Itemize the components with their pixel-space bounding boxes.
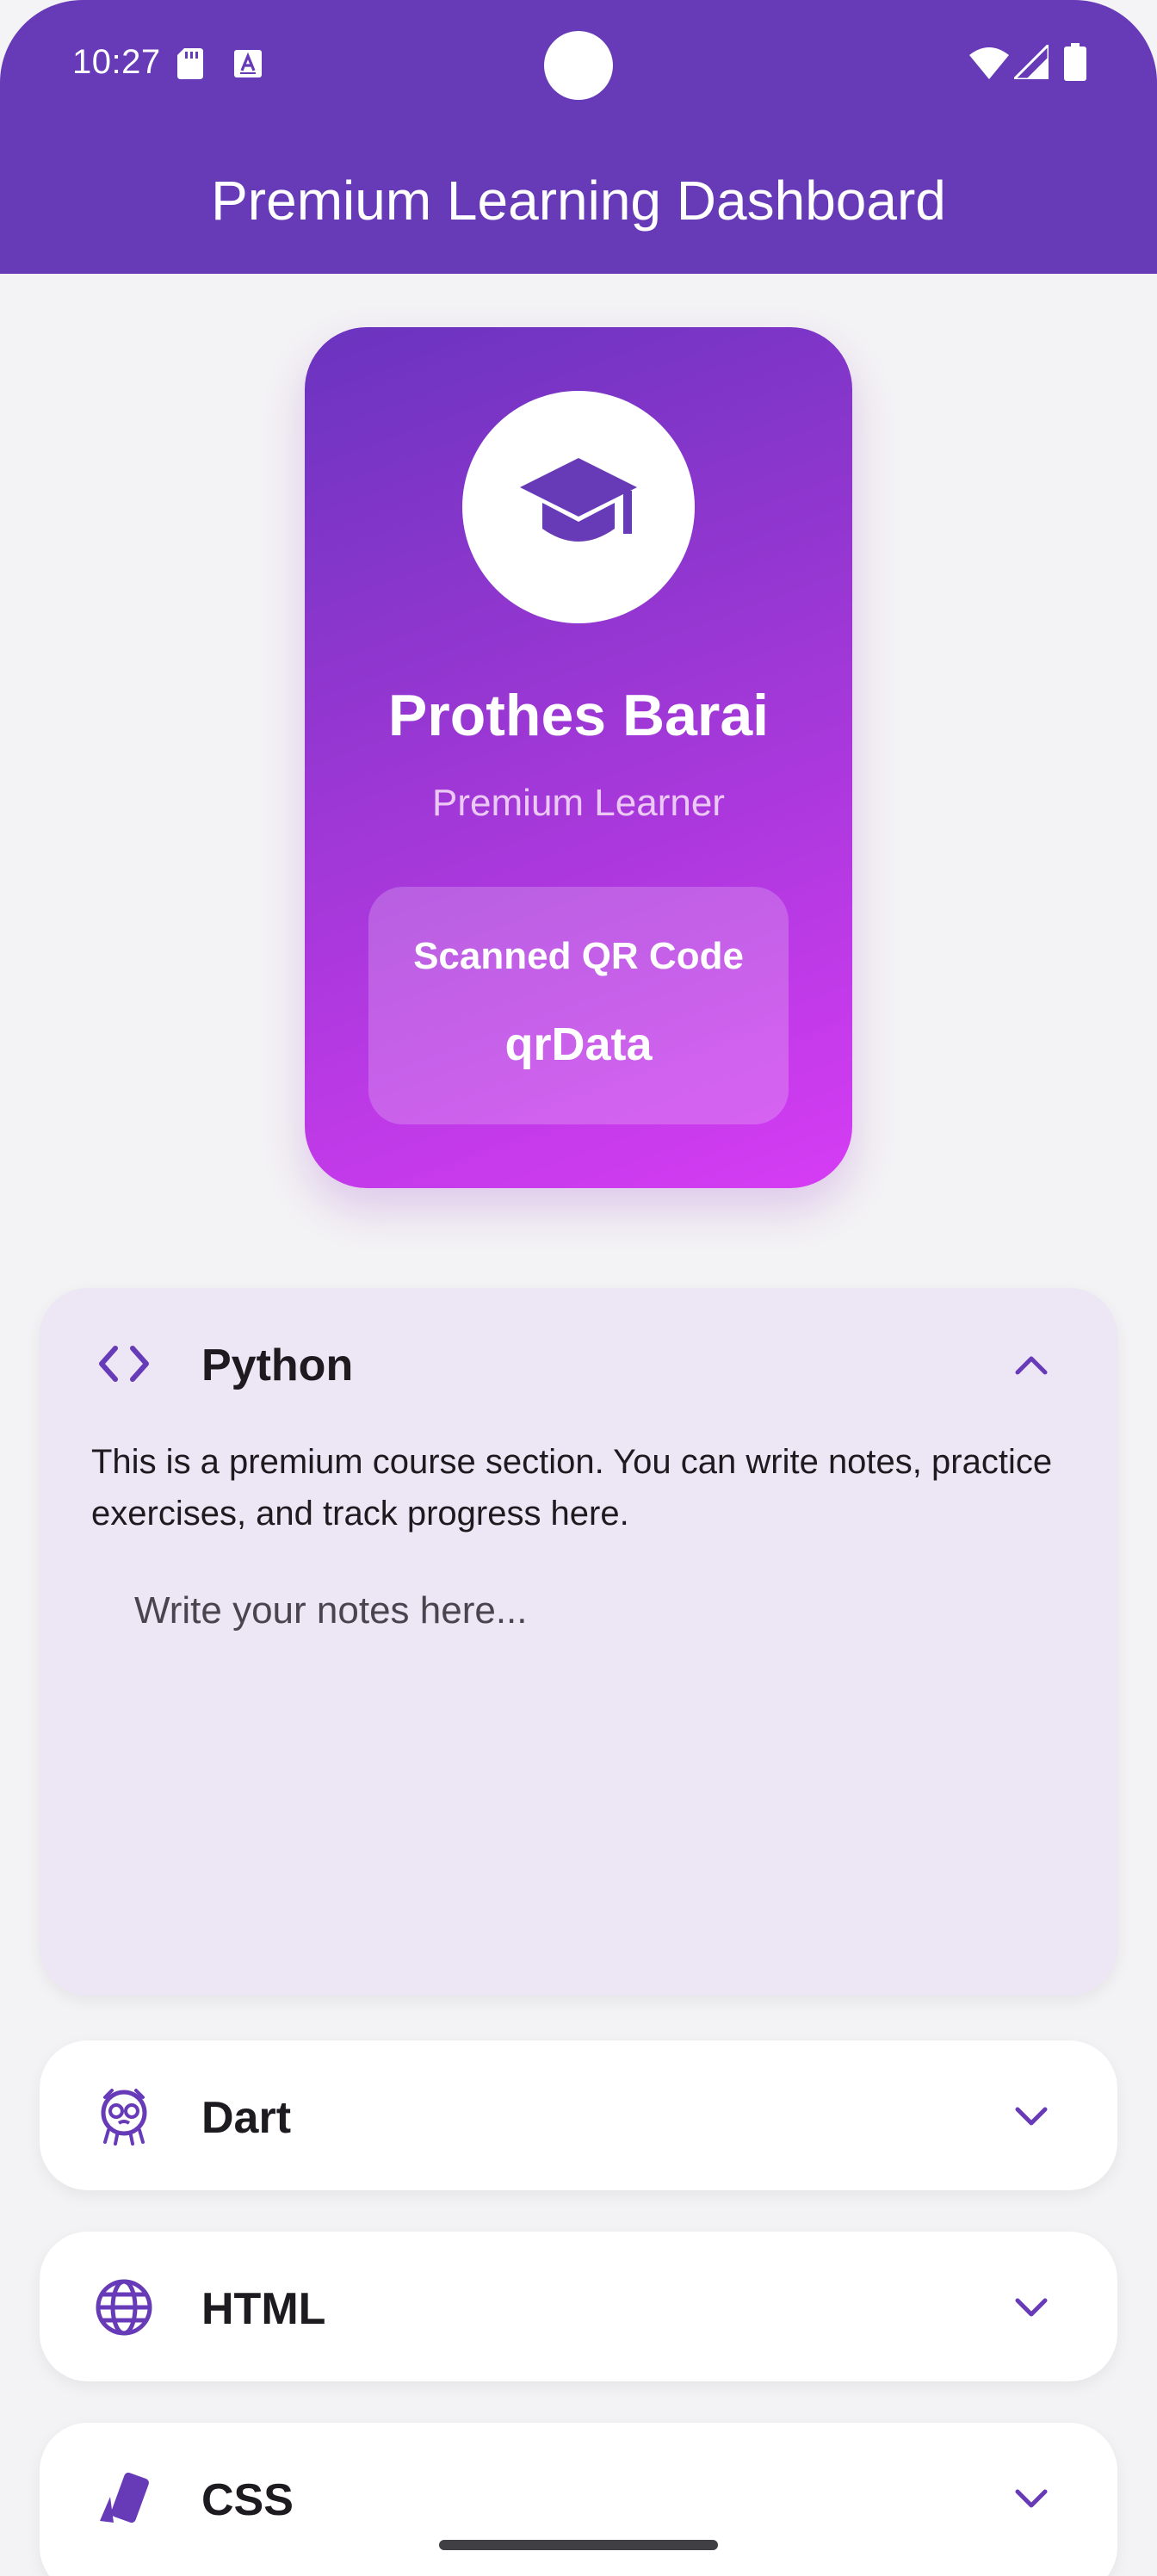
qr-label: Scanned QR Code [413, 935, 744, 977]
page-title: Premium Learning Dashboard [211, 170, 946, 232]
avatar [462, 391, 695, 623]
course-panel-css: CSS [40, 2423, 1117, 2576]
course-description: This is a premium course section. You ca… [91, 1443, 1053, 1533]
course-header-python[interactable]: Python [40, 1288, 1117, 1438]
app-bar: 10:27 Premium Learning Dashboard [0, 0, 1157, 274]
screen: 10:27 Premium Learning Dashboard Prothes… [0, 0, 1157, 2576]
course-title: Dart [201, 2093, 292, 2143]
course-header-html[interactable]: HTML [40, 2232, 1117, 2381]
qr-value: qrData [504, 1019, 653, 1070]
profile-name: Prothes Barai [387, 683, 770, 748]
notes-input[interactable] [91, 1546, 1073, 1977]
camera-cutout [544, 31, 613, 100]
course-title: Python [201, 1341, 354, 1390]
course-header-dart[interactable]: Dart [40, 2040, 1117, 2190]
course-panel-html: HTML [40, 2232, 1117, 2381]
home-indicator[interactable] [439, 2540, 718, 2550]
profile-role: Premium Learner [432, 782, 725, 824]
course-panel-dart: Dart [40, 2040, 1117, 2190]
course-panel-python: Python This is a premium course section.… [40, 1288, 1117, 1996]
status-bar: 10:27 [0, 0, 1157, 129]
qr-code-box: Scanned QR Code qrData [368, 887, 789, 1124]
profile-card: Prothes Barai Premium Learner Scanned QR… [305, 327, 852, 1188]
status-time: 10:27 [72, 43, 161, 81]
course-title: CSS [201, 2475, 294, 2525]
course-title: HTML [201, 2284, 326, 2334]
